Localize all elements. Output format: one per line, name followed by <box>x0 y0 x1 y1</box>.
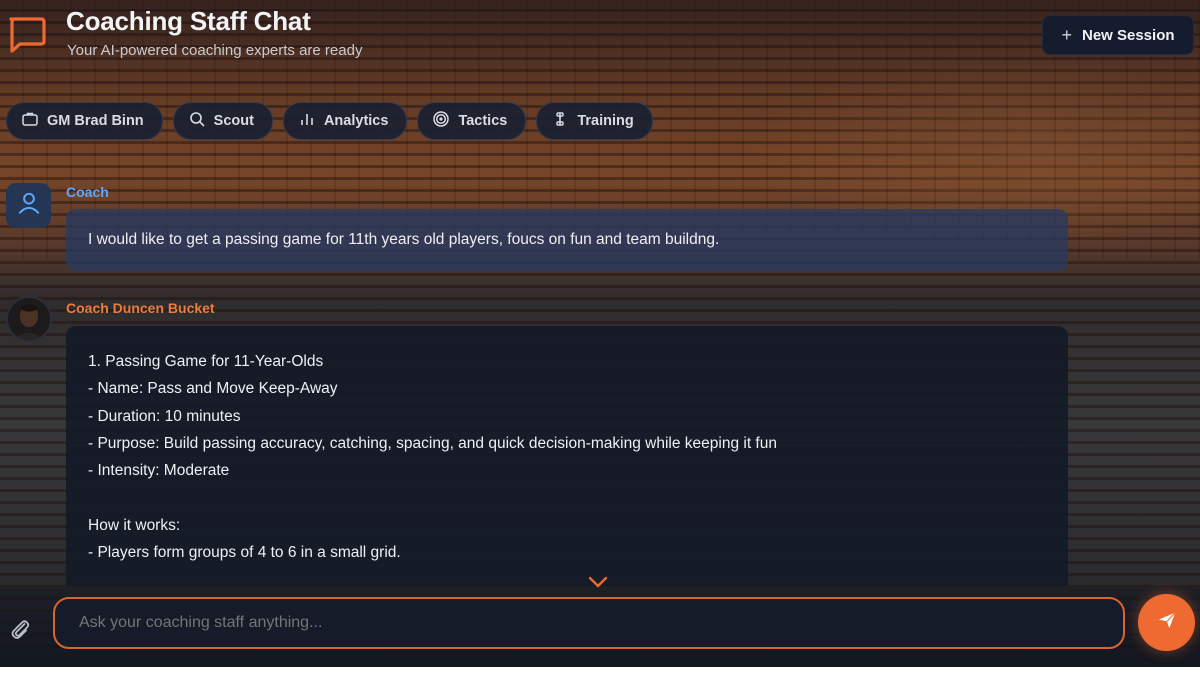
message-line: - Players form groups of 4 to 6 in a sma… <box>88 544 401 562</box>
avatar <box>6 183 51 228</box>
tab-training[interactable]: Training <box>536 102 653 140</box>
send-button[interactable] <box>1138 594 1195 651</box>
message-line: How it works: <box>88 516 181 534</box>
search-icon <box>188 110 206 132</box>
message-line: - Name: Pass and Move Keep-Away <box>88 380 338 398</box>
message-sender: Coach Duncen Bucket <box>66 300 215 316</box>
chat-logo-icon <box>6 13 46 53</box>
user-icon <box>16 190 42 221</box>
tab-gm-brad-binn[interactable]: GM Brad Binn <box>6 102 163 140</box>
new-session-label: New Session <box>1081 26 1175 44</box>
send-icon <box>1156 609 1178 636</box>
message-text: I would like to get a passing game for 1… <box>88 231 720 248</box>
message-line: - Purpose: Build passing accuracy, catch… <box>88 434 777 452</box>
paperclip-icon <box>8 620 32 645</box>
message-line: - Duration: 10 minutes <box>88 407 241 425</box>
attach-button[interactable] <box>8 617 34 643</box>
briefcase-icon <box>21 110 39 132</box>
tab-tactics[interactable]: Tactics <box>417 102 527 140</box>
tab-label: Scout <box>213 113 254 129</box>
message-line: - Intensity: Moderate <box>88 462 230 480</box>
tab-label: Tactics <box>458 113 508 129</box>
message-line <box>88 484 1046 511</box>
new-session-button[interactable]: + New Session <box>1042 15 1194 55</box>
tab-scout[interactable]: Scout <box>172 102 273 140</box>
avatar <box>6 296 52 342</box>
target-icon <box>432 110 450 132</box>
assistant-message: 1. Passing Game for 11-Year-Olds - Name:… <box>66 326 1068 586</box>
message-sender: Coach <box>66 184 109 200</box>
bar-chart-icon <box>298 110 316 132</box>
page-subtitle: Your AI-powered coaching experts are rea… <box>67 42 363 59</box>
dumbbell-icon <box>551 110 569 132</box>
chevron-down-icon <box>586 576 610 596</box>
message-line: 1. Passing Game for 11-Year-Olds <box>88 353 324 370</box>
app-window: Coaching Staff Chat Your AI-powered coac… <box>0 0 1200 667</box>
user-message: I would like to get a passing game for 1… <box>66 209 1068 271</box>
message-input[interactable] <box>53 597 1125 649</box>
tab-label: GM Brad Binn <box>47 113 144 129</box>
expert-tabs: GM Brad Binn Scout Analytics Tactics Tra… <box>6 102 653 140</box>
page-title: Coaching Staff Chat <box>66 6 311 36</box>
scroll-down-button[interactable] <box>586 572 610 592</box>
tab-label: Training <box>577 113 634 129</box>
tab-analytics[interactable]: Analytics <box>282 102 408 140</box>
tab-label: Analytics <box>323 113 389 129</box>
plus-icon: + <box>1061 24 1072 45</box>
